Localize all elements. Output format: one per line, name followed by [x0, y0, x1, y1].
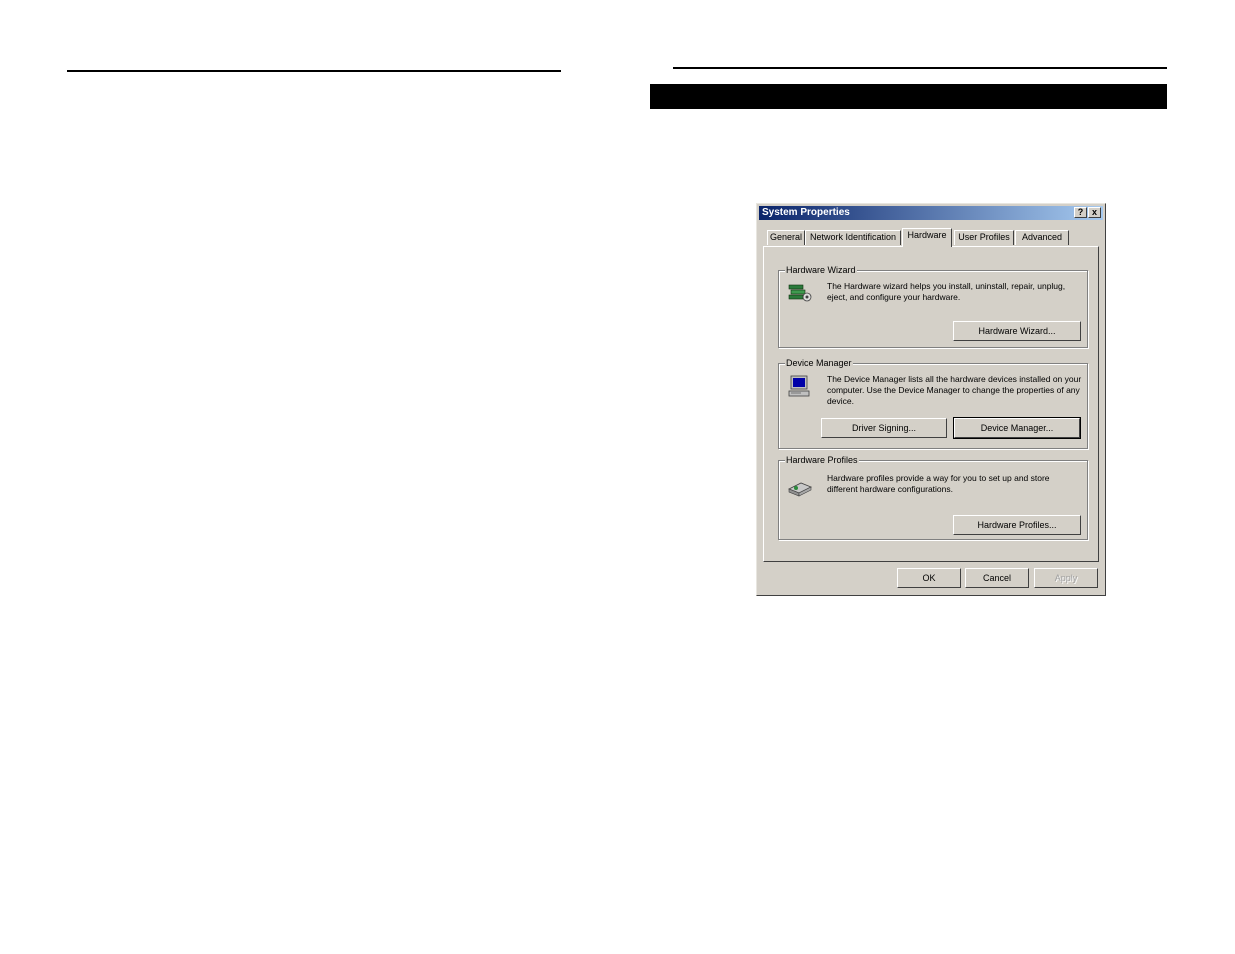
hardware-wizard-button[interactable]: Hardware Wizard...	[953, 321, 1081, 341]
hardware-wizard-description: The Hardware wizard helps you install, u…	[827, 281, 1066, 302]
title-bar[interactable]: System Properties ? x	[759, 206, 1103, 220]
dialog-title: System Properties	[762, 207, 850, 218]
hardware-profiles-legend: Hardware Profiles	[785, 455, 859, 465]
hardware-wizard-legend: Hardware Wizard	[785, 265, 857, 275]
tab-general[interactable]: General	[767, 230, 805, 245]
hardware-profiles-icon	[788, 482, 812, 497]
hardware-wizard-group: Hardware Wizard The Hardware wizard help…	[778, 265, 1088, 348]
cancel-button[interactable]: Cancel	[965, 568, 1029, 588]
close-button[interactable]: x	[1088, 207, 1101, 218]
system-properties-dialog: System Properties ? x General Network Id…	[756, 203, 1106, 596]
apply-button[interactable]: Apply	[1034, 568, 1098, 588]
help-button[interactable]: ?	[1074, 207, 1087, 218]
ok-button[interactable]: OK	[897, 568, 961, 588]
hardware-profiles-button[interactable]: Hardware Profiles...	[953, 515, 1081, 535]
tab-network-identification[interactable]: Network Identification	[805, 230, 901, 245]
hardware-profiles-description: Hardware profiles provide a way for you …	[827, 473, 1050, 494]
tab-hardware[interactable]: Hardware	[902, 228, 952, 247]
hardware-wizard-icon	[788, 284, 812, 302]
computer-icon	[788, 375, 810, 397]
tab-advanced[interactable]: Advanced	[1015, 230, 1069, 245]
device-manager-description: The Device Manager lists all the hardwar…	[827, 374, 1082, 406]
page-rule-left	[67, 70, 561, 72]
hardware-profiles-group: Hardware Profiles Hardware profiles prov…	[778, 455, 1088, 540]
header-bar	[650, 84, 1167, 109]
device-manager-group: Device Manager The Device Manager lists …	[778, 358, 1088, 449]
hardware-tab-panel: Hardware Wizard The Hardware wizard help…	[763, 246, 1099, 562]
device-manager-legend: Device Manager	[785, 358, 853, 368]
tab-user-profiles[interactable]: User Profiles	[954, 230, 1014, 245]
driver-signing-button[interactable]: Driver Signing...	[821, 418, 947, 438]
device-manager-button[interactable]: Device Manager...	[953, 417, 1081, 439]
page-rule-right	[673, 67, 1167, 69]
